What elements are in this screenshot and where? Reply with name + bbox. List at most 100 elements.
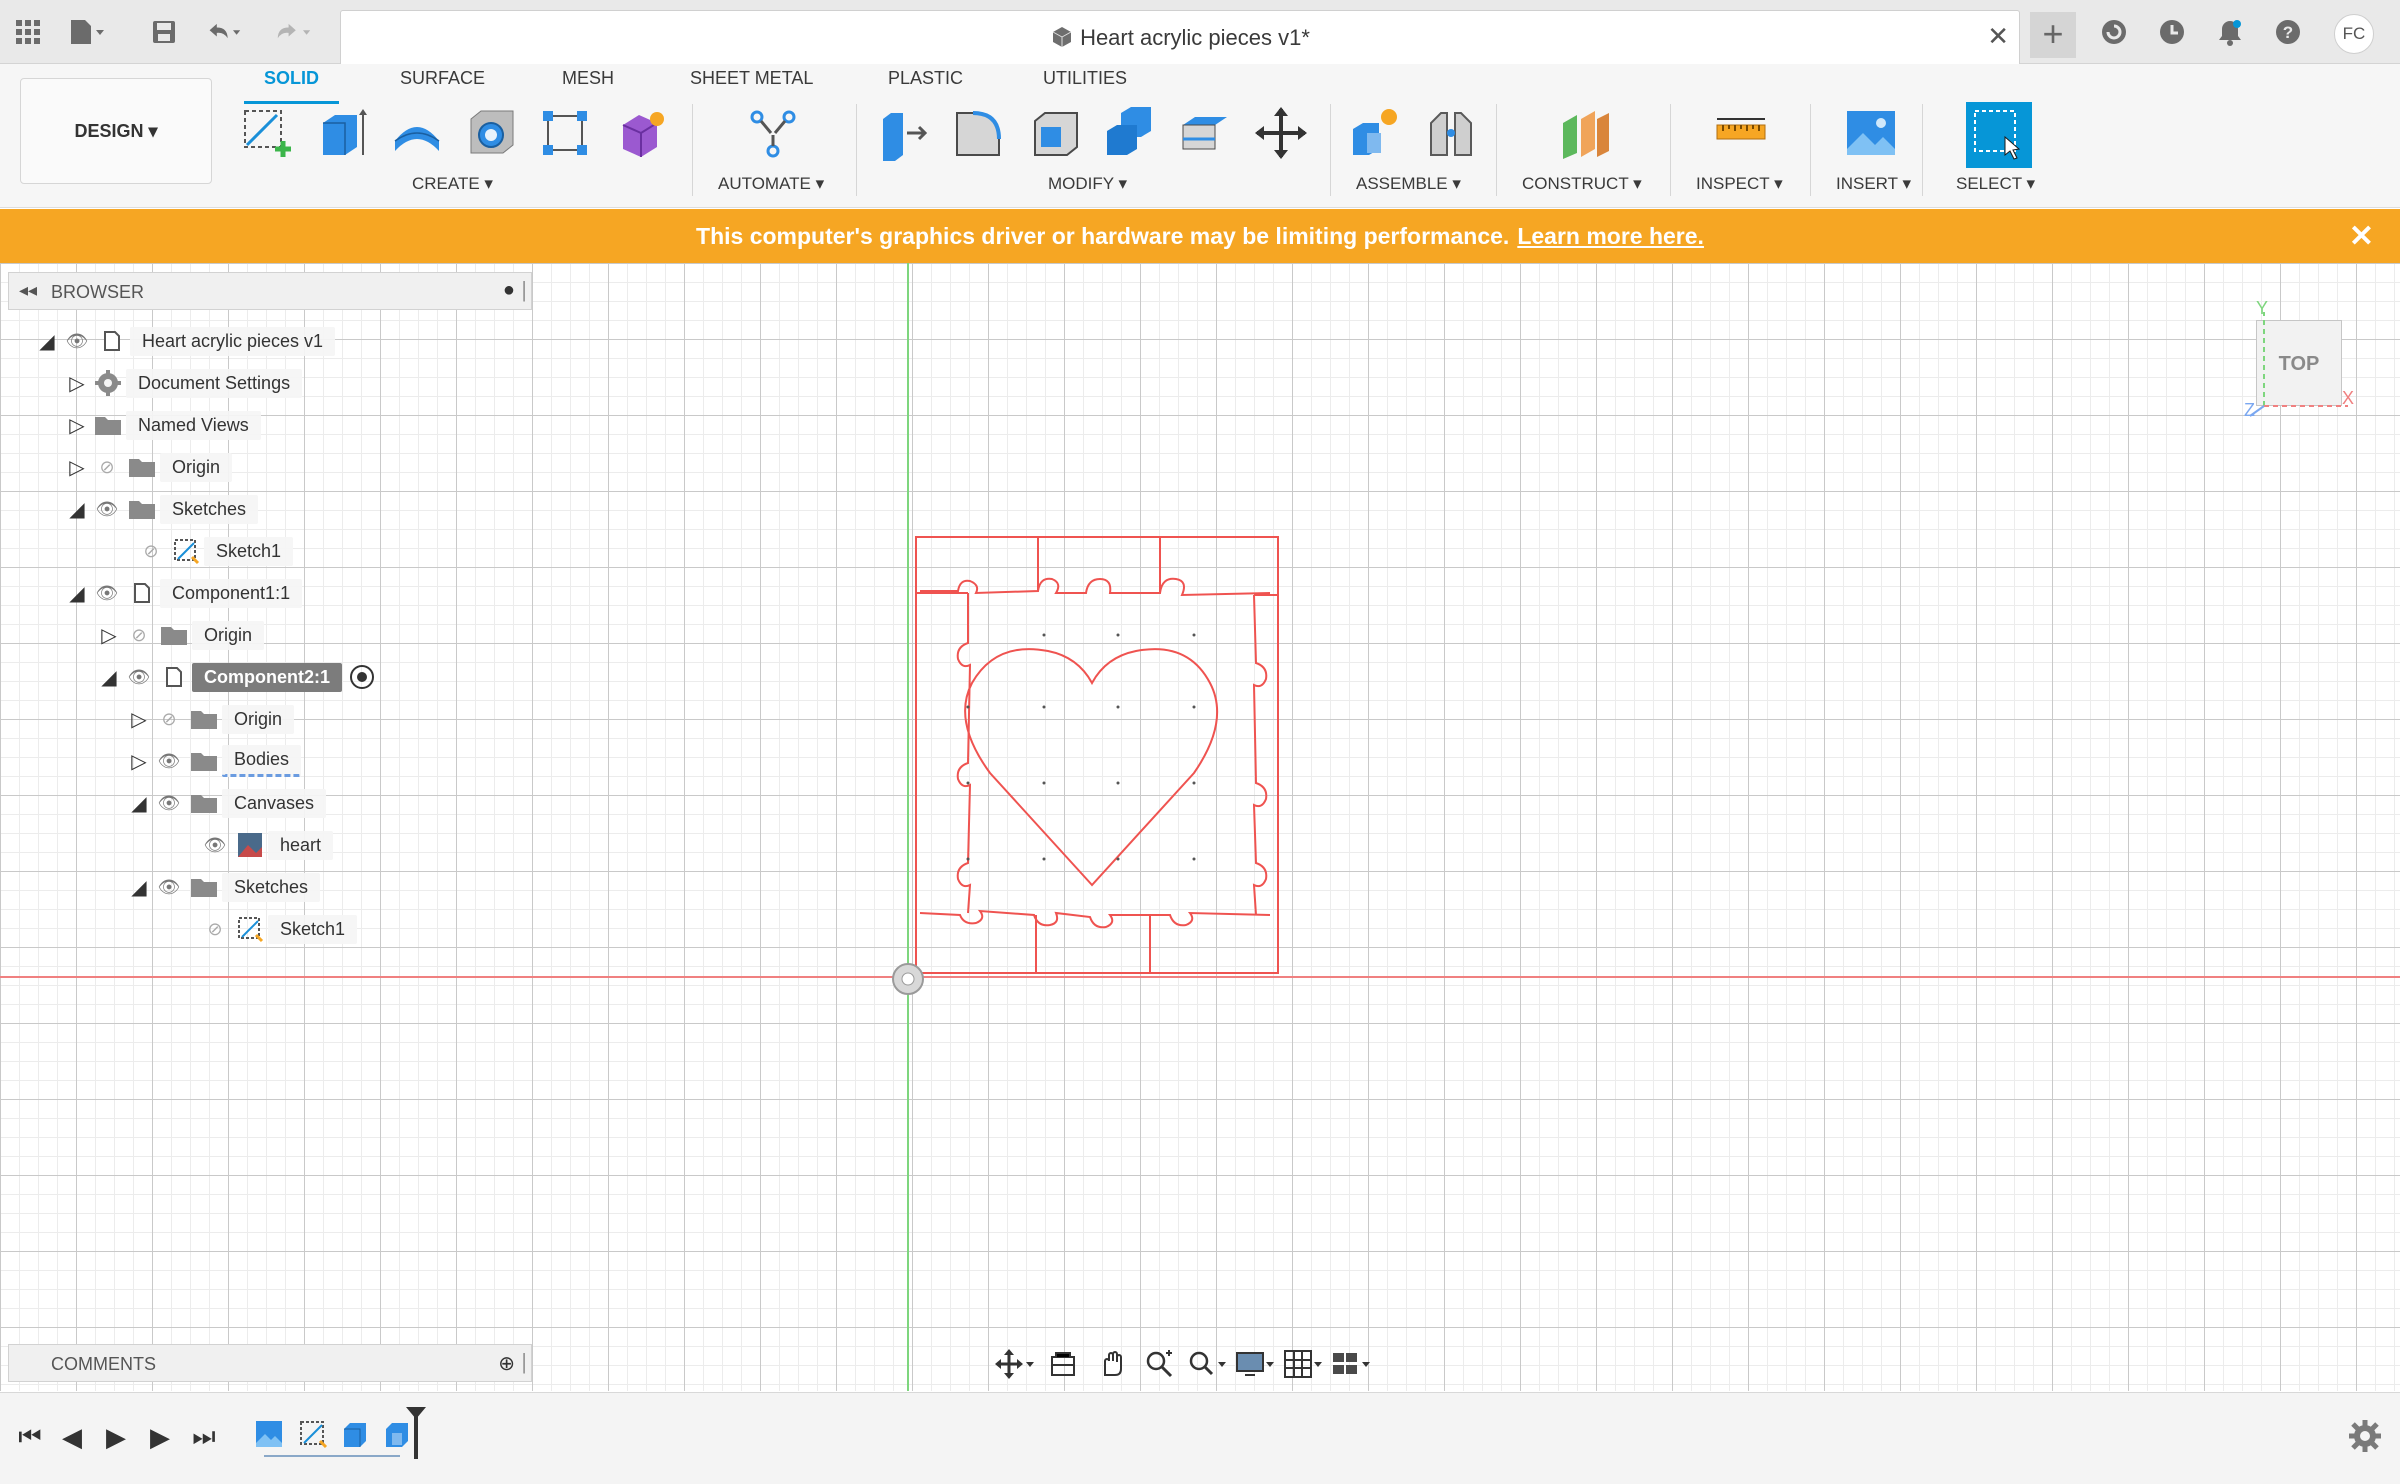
modify-group-label[interactable]: MODIFY ▾	[1048, 174, 1127, 194]
visibility-eye-icon[interactable]: 👁	[90, 499, 124, 520]
visibility-hidden-icon[interactable]: ⊘	[152, 709, 186, 730]
workspace-switcher-button[interactable]: DESIGN ▾	[20, 78, 212, 184]
automate-icon[interactable]	[744, 104, 802, 162]
browser-panel-header[interactable]: ◂◂ BROWSER ● |	[8, 272, 532, 310]
origin-marker[interactable]	[892, 963, 924, 995]
timeline-canvas-feature-icon[interactable]	[254, 1419, 284, 1449]
zoom-icon[interactable]	[1138, 1344, 1180, 1384]
new-component-icon[interactable]	[1346, 104, 1404, 162]
undo-icon[interactable]	[206, 14, 242, 50]
extensions-icon[interactable]	[2096, 14, 2132, 50]
learn-more-link[interactable]: Learn more here.	[1517, 223, 1704, 249]
select-group-label[interactable]: SELECT ▾	[1956, 174, 2035, 194]
play-icon[interactable]: ▶	[98, 1419, 134, 1455]
select-tool-icon[interactable]	[1966, 102, 2032, 168]
visibility-eye-icon[interactable]: 👁	[60, 331, 94, 352]
inspect-group-label[interactable]: INSPECT ▾	[1696, 174, 1783, 194]
rectangular-pattern-icon[interactable]	[536, 104, 594, 162]
redo-icon[interactable]	[276, 14, 312, 50]
new-tab-button[interactable]: +	[2030, 12, 2076, 58]
construct-group-label[interactable]: CONSTRUCT ▾	[1522, 174, 1642, 194]
tab-surface[interactable]: SURFACE	[400, 68, 485, 98]
visibility-eye-icon[interactable]: 👁	[152, 751, 186, 772]
pan-hand-icon[interactable]	[1090, 1344, 1132, 1384]
offset-plane-icon[interactable]	[1556, 104, 1614, 162]
visibility-eye-icon[interactable]: 👁	[152, 877, 186, 898]
visibility-eye-icon[interactable]: 👁	[152, 793, 186, 814]
collapse-arrow-icon[interactable]: ◢	[96, 665, 122, 690]
visibility-hidden-icon[interactable]: ⊘	[134, 541, 168, 562]
expand-arrow-icon[interactable]: ▷	[64, 371, 90, 396]
tree-item-root[interactable]: ◢ 👁 Heart acrylic pieces v1	[34, 324, 336, 358]
display-settings-icon[interactable]	[1234, 1344, 1276, 1384]
collapse-panel-icon[interactable]: ◂◂	[19, 280, 37, 301]
tree-item-component2[interactable]: ◢ 👁 Component2:1	[96, 660, 374, 694]
expand-arrow-icon[interactable]: ▷	[126, 707, 152, 732]
press-pull-icon[interactable]	[874, 104, 932, 162]
assemble-group-label[interactable]: ASSEMBLE ▾	[1356, 174, 1461, 194]
tree-item-sketches[interactable]: ◢ 👁 Sketches	[64, 492, 259, 526]
tree-item-sketch1[interactable]: ⊘ Sketch1	[198, 912, 358, 946]
joint-icon[interactable]	[1422, 104, 1480, 162]
save-icon[interactable]	[146, 14, 182, 50]
heart-sketch-outline[interactable]	[964, 648, 1219, 887]
activate-component-icon[interactable]	[350, 665, 374, 689]
hole-icon[interactable]	[462, 104, 520, 162]
visibility-hidden-icon[interactable]: ⊘	[122, 625, 156, 646]
browser-options-icon[interactable]: ●	[503, 279, 515, 302]
collapse-arrow-icon[interactable]: ◢	[126, 791, 152, 816]
zoom-window-icon[interactable]	[1186, 1344, 1228, 1384]
collapse-arrow-icon[interactable]: ◢	[64, 497, 90, 522]
document-tab[interactable]: Heart acrylic pieces v1* ✕	[340, 10, 2020, 64]
revolve-icon[interactable]	[388, 104, 446, 162]
collapse-arrow-icon[interactable]: ◢	[126, 875, 152, 900]
app-grid-icon[interactable]	[10, 14, 46, 50]
step-back-icon[interactable]: ◀	[54, 1419, 90, 1455]
tree-item-origin[interactable]: ▷ ⊘ Origin	[96, 618, 265, 652]
tree-item-document-settings[interactable]: ▷ Document Settings	[64, 366, 303, 400]
automate-group-label[interactable]: AUTOMATE ▾	[718, 174, 824, 194]
tree-item-named-views[interactable]: ▷ Named Views	[64, 408, 261, 442]
tab-utilities[interactable]: UTILITIES	[1043, 68, 1127, 98]
tab-plastic[interactable]: PLASTIC	[888, 68, 963, 98]
offset-face-icon[interactable]	[1176, 104, 1234, 162]
panel-resize-handle[interactable]: |	[521, 1349, 527, 1375]
measure-icon[interactable]	[1712, 104, 1770, 162]
design-canvas[interactable]	[0, 263, 2400, 1391]
tab-sheet-metal[interactable]: SHEET METAL	[690, 68, 813, 98]
collapse-arrow-icon[interactable]: ◢	[34, 329, 60, 354]
timeline-marker-handle[interactable]	[406, 1407, 426, 1419]
timeline-settings-gear-icon[interactable]	[2348, 1419, 2384, 1455]
move-copy-icon[interactable]	[1252, 104, 1310, 162]
tree-item-origin[interactable]: ▷ ⊘ Origin	[64, 450, 233, 484]
user-avatar[interactable]: FC	[2334, 14, 2374, 54]
create-group-label[interactable]: CREATE ▾	[412, 174, 493, 194]
close-banner-icon[interactable]: ✕	[2349, 219, 2374, 254]
create-form-icon[interactable]	[612, 104, 670, 162]
insert-canvas-icon[interactable]	[1842, 104, 1900, 162]
expand-arrow-icon[interactable]: ▷	[126, 749, 152, 774]
collapse-arrow-icon[interactable]: ◢	[64, 581, 90, 606]
step-forward-icon[interactable]: ▶	[142, 1419, 178, 1455]
expand-arrow-icon[interactable]: ▷	[96, 623, 122, 648]
tree-item-origin[interactable]: ▷ ⊘ Origin	[126, 702, 295, 736]
look-at-icon[interactable]	[1042, 1344, 1084, 1384]
combine-icon[interactable]	[1100, 104, 1158, 162]
shell-icon[interactable]	[1026, 104, 1084, 162]
visibility-hidden-icon[interactable]: ⊘	[198, 919, 232, 940]
expand-arrow-icon[interactable]: ▷	[64, 455, 90, 480]
add-comment-icon[interactable]: ⊕	[498, 1351, 515, 1376]
puzzle-frame-sketch[interactable]	[915, 536, 1279, 974]
grid-snaps-icon[interactable]	[1282, 1344, 1324, 1384]
fillet-icon[interactable]	[950, 104, 1008, 162]
timeline-component-feature-icon[interactable]	[382, 1419, 412, 1449]
file-menu-icon[interactable]	[68, 14, 104, 50]
tree-item-heart-canvas[interactable]: 👁 heart	[198, 828, 334, 862]
tab-solid[interactable]: SOLID	[243, 68, 340, 104]
go-to-end-icon[interactable]: ⏭	[186, 1419, 222, 1455]
close-tab-icon[interactable]: ✕	[1987, 21, 2009, 52]
visibility-hidden-icon[interactable]: ⊘	[90, 457, 124, 478]
insert-group-label[interactable]: INSERT ▾	[1836, 174, 1911, 194]
go-to-start-icon[interactable]: ⏮	[12, 1419, 48, 1455]
tree-item-canvases[interactable]: ◢ 👁 Canvases	[126, 786, 327, 820]
